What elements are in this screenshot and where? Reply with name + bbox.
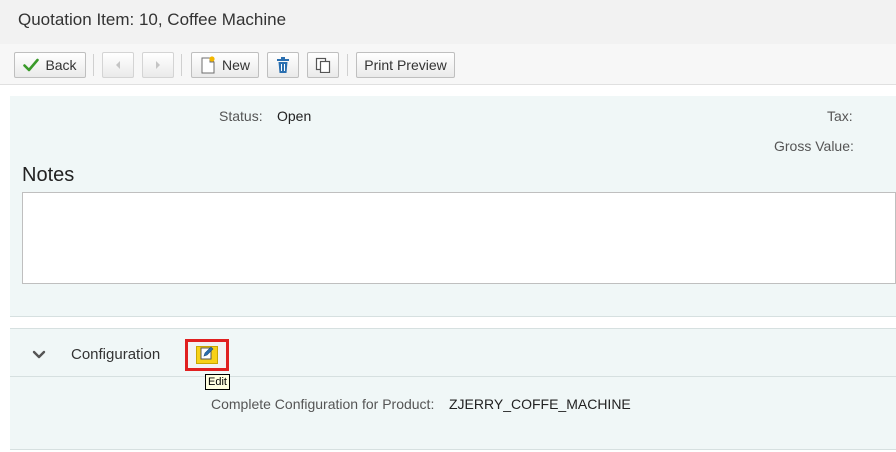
product-config-label: Complete Configuration for Product:	[211, 396, 435, 412]
configuration-title: Configuration	[71, 346, 161, 363]
page-title: Quotation Item: 10, Coffee Machine	[18, 10, 287, 29]
toolbar-separator	[93, 54, 94, 76]
next-button[interactable]	[142, 52, 174, 78]
product-config-value: ZJERRY_COFFE_MACHINE	[449, 396, 631, 412]
configuration-divider	[10, 376, 896, 377]
notes-textarea[interactable]	[22, 192, 896, 284]
new-button[interactable]: New	[191, 52, 259, 78]
status-value: Open	[277, 108, 312, 124]
gross-value-label: Gross Value:	[774, 138, 854, 154]
arrow-left-icon	[114, 61, 122, 69]
checkmark-icon	[23, 58, 40, 72]
status-label: Status:	[219, 108, 263, 124]
toolbar: Back New Print Preview	[0, 44, 896, 85]
back-button[interactable]: Back	[14, 52, 86, 78]
configuration-panel: Configuration Complete Configuration for…	[10, 328, 896, 450]
back-button-label: Back	[45, 57, 77, 73]
toolbar-separator	[181, 54, 182, 76]
chevron-down-icon[interactable]	[32, 347, 46, 359]
delete-button[interactable]	[267, 52, 299, 78]
edit-button-highlight	[185, 339, 229, 371]
new-document-icon	[200, 56, 216, 74]
title-bar: Quotation Item: 10, Coffee Machine	[0, 0, 896, 44]
edit-button[interactable]	[196, 346, 218, 364]
notes-title: Notes	[22, 164, 75, 186]
copy-icon	[315, 57, 331, 73]
arrow-right-icon	[154, 61, 162, 69]
print-preview-label: Print Preview	[364, 57, 447, 73]
print-preview-button[interactable]: Print Preview	[356, 52, 455, 78]
edit-pencil-icon	[200, 346, 214, 365]
item-details-panel: Status: Open Tax: Gross Value: Notes	[10, 96, 896, 317]
edit-tooltip: Edit	[205, 374, 230, 390]
tax-label: Tax:	[827, 108, 853, 124]
new-button-label: New	[221, 57, 250, 73]
toolbar-separator	[347, 54, 348, 76]
trash-icon	[276, 57, 290, 73]
previous-button[interactable]	[102, 52, 134, 78]
copy-button[interactable]	[307, 52, 339, 78]
